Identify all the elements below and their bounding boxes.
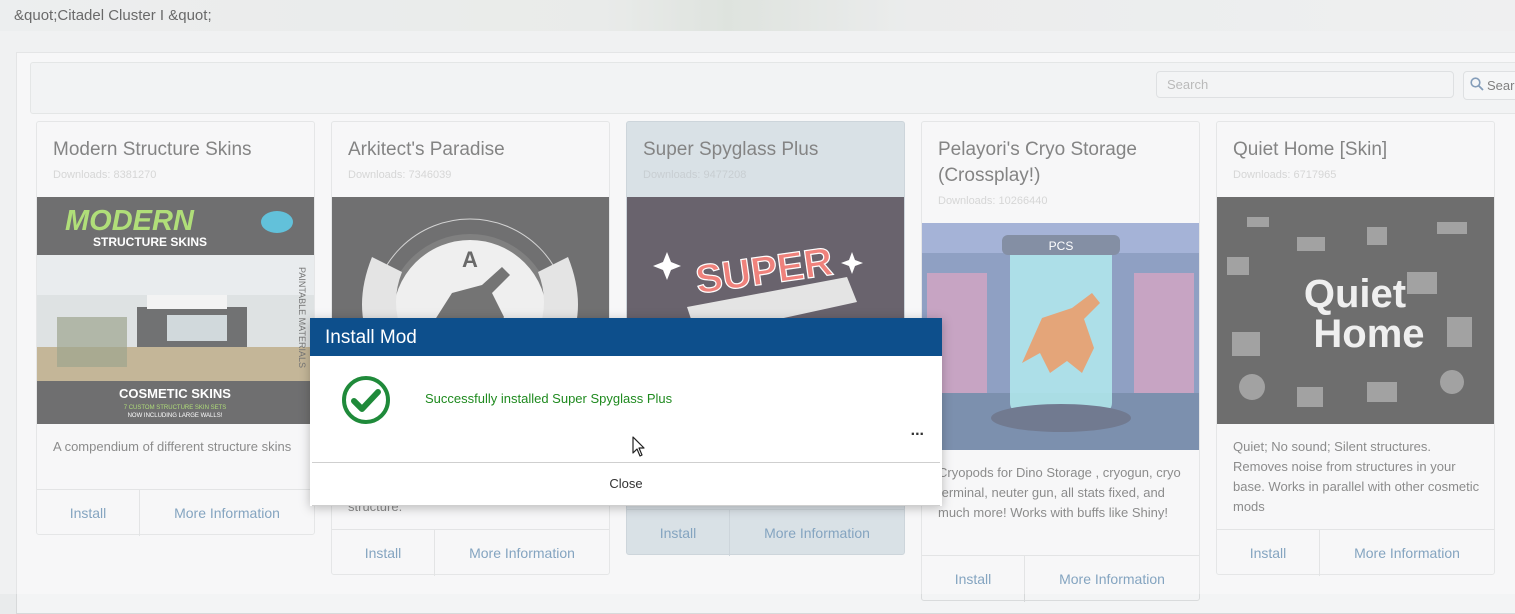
search-input[interactable]	[1156, 71, 1454, 98]
mod-card-modern-structure-skins[interactable]: Modern Structure Skins Downloads: 838127…	[36, 121, 315, 536]
more-options-icon[interactable]: ...	[911, 423, 924, 439]
card-title: Super Spyglass Plus	[643, 139, 819, 160]
more-information-button[interactable]: More Information	[1320, 530, 1494, 576]
mouse-cursor-icon	[632, 436, 646, 463]
image-text-paintable: PAINTABLE MATERIALS	[297, 267, 307, 368]
image-text-cosmetic-skins: COSMETIC SKINS	[119, 386, 231, 401]
card-description: A compendium of different structure skin…	[53, 439, 292, 454]
card-image-modern-structure-skins: MODERN STRUCTURE SKINS PAINTABLE MATERIA…	[37, 197, 314, 424]
card-downloads: Downloads: 9477208	[643, 169, 747, 181]
install-button[interactable]: Install	[37, 490, 140, 536]
card-downloads: Downloads: 7346039	[348, 169, 452, 181]
dialog-body: Successfully installed Super Spyglass Pl…	[310, 356, 942, 462]
card-actions: Install More Information	[332, 529, 609, 576]
card-description: Cryopods for Dino Storage , cryogun, cry…	[938, 465, 1181, 520]
mod-card-quiet-home-skin[interactable]: Quiet Home [Skin] Downloads: 6717965 Qui…	[1216, 121, 1495, 576]
card-actions: Install More Information	[37, 489, 314, 536]
image-text-large-walls: NOW INCLUDING LARGE WALLS!	[128, 413, 223, 419]
more-information-button[interactable]: More Information	[1025, 556, 1199, 602]
card-downloads: Downloads: 6717965	[1233, 169, 1337, 181]
card-downloads: Downloads: 8381270	[53, 169, 157, 181]
image-text-structure-skins: STRUCTURE SKINS	[93, 235, 207, 249]
install-button[interactable]: Install	[1217, 530, 1320, 576]
card-title: Pelayori's Cryo Storage (Crossplay!)	[938, 139, 1137, 186]
image-text-letter-a: A	[462, 247, 478, 272]
card-image-quiet-home: Quiet Home	[1217, 197, 1494, 424]
dialog-message: Successfully installed Super Spyglass Pl…	[425, 391, 673, 406]
image-text-home: Home	[1313, 312, 1424, 356]
mod-card-pelayoris-cryo-storage[interactable]: Pelayori's Cryo Storage (Crossplay!) Dow…	[921, 121, 1200, 602]
check-circle-icon	[341, 375, 391, 430]
search-icon	[1470, 73, 1484, 100]
window-title: &quot;Citadel Cluster I &quot;	[0, 0, 1515, 31]
card-title: Modern Structure Skins	[53, 139, 252, 160]
image-text-modern: MODERN	[65, 205, 195, 237]
dialog-title: Install Mod	[310, 318, 942, 356]
more-information-button[interactable]: More Information	[140, 490, 314, 536]
card-title: Quiet Home [Skin]	[1233, 139, 1388, 160]
card-title: Arkitect's Paradise	[348, 139, 505, 160]
install-mod-dialog: Install Mod Successfully installed Super…	[310, 318, 942, 506]
close-button[interactable]: Close	[312, 462, 940, 506]
install-button[interactable]: Install	[627, 510, 730, 556]
card-image-pelayoris-cryo-storage: PCS	[922, 223, 1199, 450]
card-actions: Install More Information	[1217, 529, 1494, 576]
image-text-quiet: Quiet	[1304, 272, 1406, 316]
image-text-pcs: PCS	[1049, 239, 1074, 253]
image-text-skin-sets: 7 CUSTOM STRUCTURE SKIN SETS	[124, 405, 227, 411]
install-button[interactable]: Install	[332, 530, 435, 576]
search-button-label: Sear	[1487, 78, 1515, 93]
search-button[interactable]: Sear	[1463, 71, 1515, 100]
card-actions: Install More Information	[922, 555, 1199, 602]
card-downloads: Downloads: 10266440	[938, 195, 1048, 207]
card-actions: Install More Information	[627, 509, 904, 556]
install-button[interactable]: Install	[922, 556, 1025, 602]
card-description: Quiet; No sound; Silent structures. Remo…	[1233, 439, 1480, 514]
more-information-button[interactable]: More Information	[730, 510, 904, 556]
more-information-button[interactable]: More Information	[435, 530, 609, 576]
